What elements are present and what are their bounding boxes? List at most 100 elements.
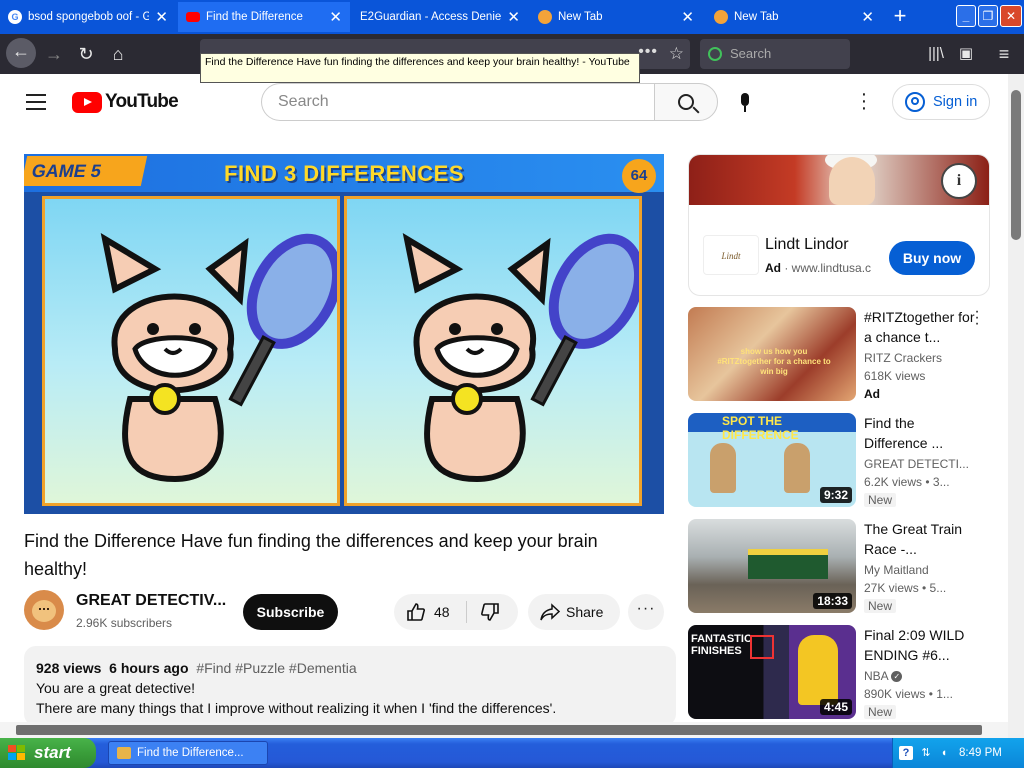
search-button[interactable]	[654, 83, 718, 121]
upload-age: 6 hours ago	[109, 660, 189, 676]
firefox-icon	[117, 747, 131, 759]
browser-tab-newtab-2[interactable]: New Tab ✕	[706, 2, 882, 32]
library-icon[interactable]: |||\	[922, 41, 950, 67]
taskbar-window-title: Find the Difference...	[137, 747, 244, 759]
firefox-icon	[714, 10, 728, 24]
share-label: Share	[566, 604, 604, 620]
recommended-views: 6.2K views • 3...	[864, 475, 950, 489]
thumbs-down-icon[interactable]	[480, 602, 500, 622]
hashtags[interactable]: #Find #Puzzle #Dementia	[196, 660, 356, 676]
video-duration: 4:45	[819, 699, 852, 715]
bookmark-star-icon[interactable]: ☆	[669, 44, 684, 64]
thumbnail-train	[748, 549, 828, 579]
browser-tab-google[interactable]: G bsod spongebob oof - G ✕	[0, 2, 176, 32]
sidebar-icon[interactable]: ▣	[952, 41, 980, 67]
recommended-video[interactable]: show us how you #RITZtogether for a chan…	[688, 304, 992, 403]
search-input[interactable]: Search	[261, 83, 655, 121]
more-options-icon[interactable]: · · ·	[974, 304, 980, 332]
recommended-channel: NBA ✓	[864, 669, 984, 683]
channel-name[interactable]: GREAT DETECTIV...	[76, 592, 226, 610]
recommended-title: Final 2:09 WILD ENDING #6...	[864, 627, 965, 663]
close-icon[interactable]: ✕	[861, 8, 874, 26]
recommended-video[interactable]: FANTASTIC FINISHES 4:45 Final 2:09 WILD …	[688, 625, 992, 721]
sign-in-button[interactable]: Sign in	[892, 84, 990, 120]
search-engine-icon	[708, 47, 722, 61]
ad-meta: Ad · www.lindtusa.c	[765, 261, 872, 275]
recommended-channel: GREAT DETECTI...	[864, 457, 969, 471]
new-badge: New	[864, 493, 897, 507]
forward-button[interactable]: →	[40, 41, 68, 67]
scrollbar-thumb[interactable]	[16, 725, 982, 735]
video-duration: 9:32	[819, 487, 852, 503]
horizontal-scrollbar[interactable]	[0, 722, 1008, 738]
volume-icon[interactable]: ◖	[937, 746, 951, 760]
page-actions-icon[interactable]: •••	[638, 43, 658, 61]
share-button[interactable]: Share	[528, 594, 620, 630]
subscribe-button[interactable]: Subscribe	[243, 594, 338, 630]
settings-kebab-icon[interactable]: · · ·	[857, 84, 871, 118]
google-icon: G	[8, 10, 22, 24]
search-placeholder: Search	[730, 46, 772, 61]
back-button[interactable]: ←	[6, 38, 36, 68]
tab-tooltip: Find the Difference Have fun finding the…	[200, 53, 640, 83]
ad-card[interactable]: i Lindt Lindt Lindor Ad · www.lindtusa.c…	[688, 154, 990, 296]
thumbs-up-icon[interactable]	[406, 602, 426, 622]
scrollbar-thumb[interactable]	[1011, 90, 1021, 240]
close-icon[interactable]: ✕	[155, 8, 168, 26]
browser-tab-e2guardian[interactable]: E2Guardian - Access Denied ✕	[352, 2, 528, 32]
buy-now-button[interactable]: Buy now	[889, 241, 975, 275]
ad-info-icon[interactable]: i	[941, 163, 977, 199]
windows-taskbar: start Find the Difference... ? ⇅ ◖ 8:49 …	[0, 738, 1024, 768]
recommended-views: 618K views	[864, 369, 926, 383]
start-button[interactable]: start	[0, 738, 96, 768]
game-number-label: GAME 5	[24, 156, 148, 186]
more-actions-button[interactable]: ···	[628, 594, 664, 630]
browser-search-box[interactable]: Search	[700, 39, 850, 69]
recommended-views: 27K views • 5...	[864, 581, 947, 595]
recommended-video[interactable]: 18:33 The Great Train Race -... My Maitl…	[688, 519, 992, 615]
youtube-logo[interactable]: YouTube	[72, 91, 179, 113]
close-icon[interactable]: ✕	[681, 8, 694, 26]
share-icon	[540, 603, 560, 621]
taskbar-window-button[interactable]: Find the Difference...	[108, 741, 268, 765]
help-icon[interactable]: ?	[899, 746, 913, 760]
recommended-video[interactable]: SPOT THE DIFFERENCE 9:32 Find the Differ…	[688, 413, 992, 509]
recommended-title: #RITZtogether for a chance t...	[864, 309, 975, 345]
menu-icon[interactable]: ≡	[990, 41, 1018, 67]
video-thumbnail[interactable]: SPOT THE DIFFERENCE 9:32	[688, 413, 856, 507]
maximize-button[interactable]: ❐	[978, 5, 998, 27]
vertical-scrollbar[interactable]	[1008, 74, 1024, 738]
description-line: You are a great detective!	[36, 680, 196, 696]
tab-title: New Tab	[734, 11, 779, 23]
ad-banner-image	[829, 157, 875, 205]
recommended-channel: My Maitland	[864, 563, 929, 577]
video-thumbnail[interactable]: show us how you #RITZtogether for a chan…	[688, 307, 856, 401]
new-tab-button[interactable]: +	[888, 4, 912, 30]
network-icon[interactable]: ⇅	[919, 746, 933, 760]
video-description[interactable]: 928 views 6 hours ago #Find #Puzzle #Dem…	[24, 646, 676, 726]
close-window-button[interactable]: ✕	[1000, 5, 1022, 27]
video-thumbnail[interactable]: FANTASTIC FINISHES 4:45	[688, 625, 856, 719]
minimize-button[interactable]: _	[956, 5, 976, 27]
video-title: Find the Difference Have fun finding the…	[24, 531, 598, 579]
guide-menu-icon[interactable]	[26, 94, 46, 110]
thumbnail-caption: SPOT THE DIFFERENCE	[722, 414, 799, 442]
video-thumbnail[interactable]: 18:33	[688, 519, 856, 613]
close-icon[interactable]: ✕	[329, 8, 342, 26]
countdown-timer: 64	[622, 159, 656, 193]
home-button[interactable]: ⌂	[104, 41, 132, 67]
microphone-icon[interactable]	[739, 93, 751, 113]
youtube-play-icon	[72, 91, 102, 113]
like-count: 48	[434, 604, 450, 620]
overlay-title: FIND 3 DIFFERENCES	[224, 161, 465, 186]
video-player[interactable]: GAME 5 FIND 3 DIFFERENCES 64	[24, 154, 664, 514]
reload-button[interactable]: ↻	[72, 41, 100, 67]
close-icon[interactable]: ✕	[507, 8, 520, 26]
browser-tab-youtube[interactable]: Find the Difference ✕	[178, 2, 350, 32]
subscriber-count: 2.96K subscribers	[76, 616, 173, 630]
browser-tab-newtab-1[interactable]: New Tab ✕	[530, 2, 702, 32]
channel-avatar[interactable]	[24, 590, 64, 630]
thumbnail-caption: show us how you #RITZtogether for a chan…	[717, 347, 831, 376]
sign-in-label: Sign in	[933, 94, 978, 110]
account-icon	[905, 92, 925, 112]
